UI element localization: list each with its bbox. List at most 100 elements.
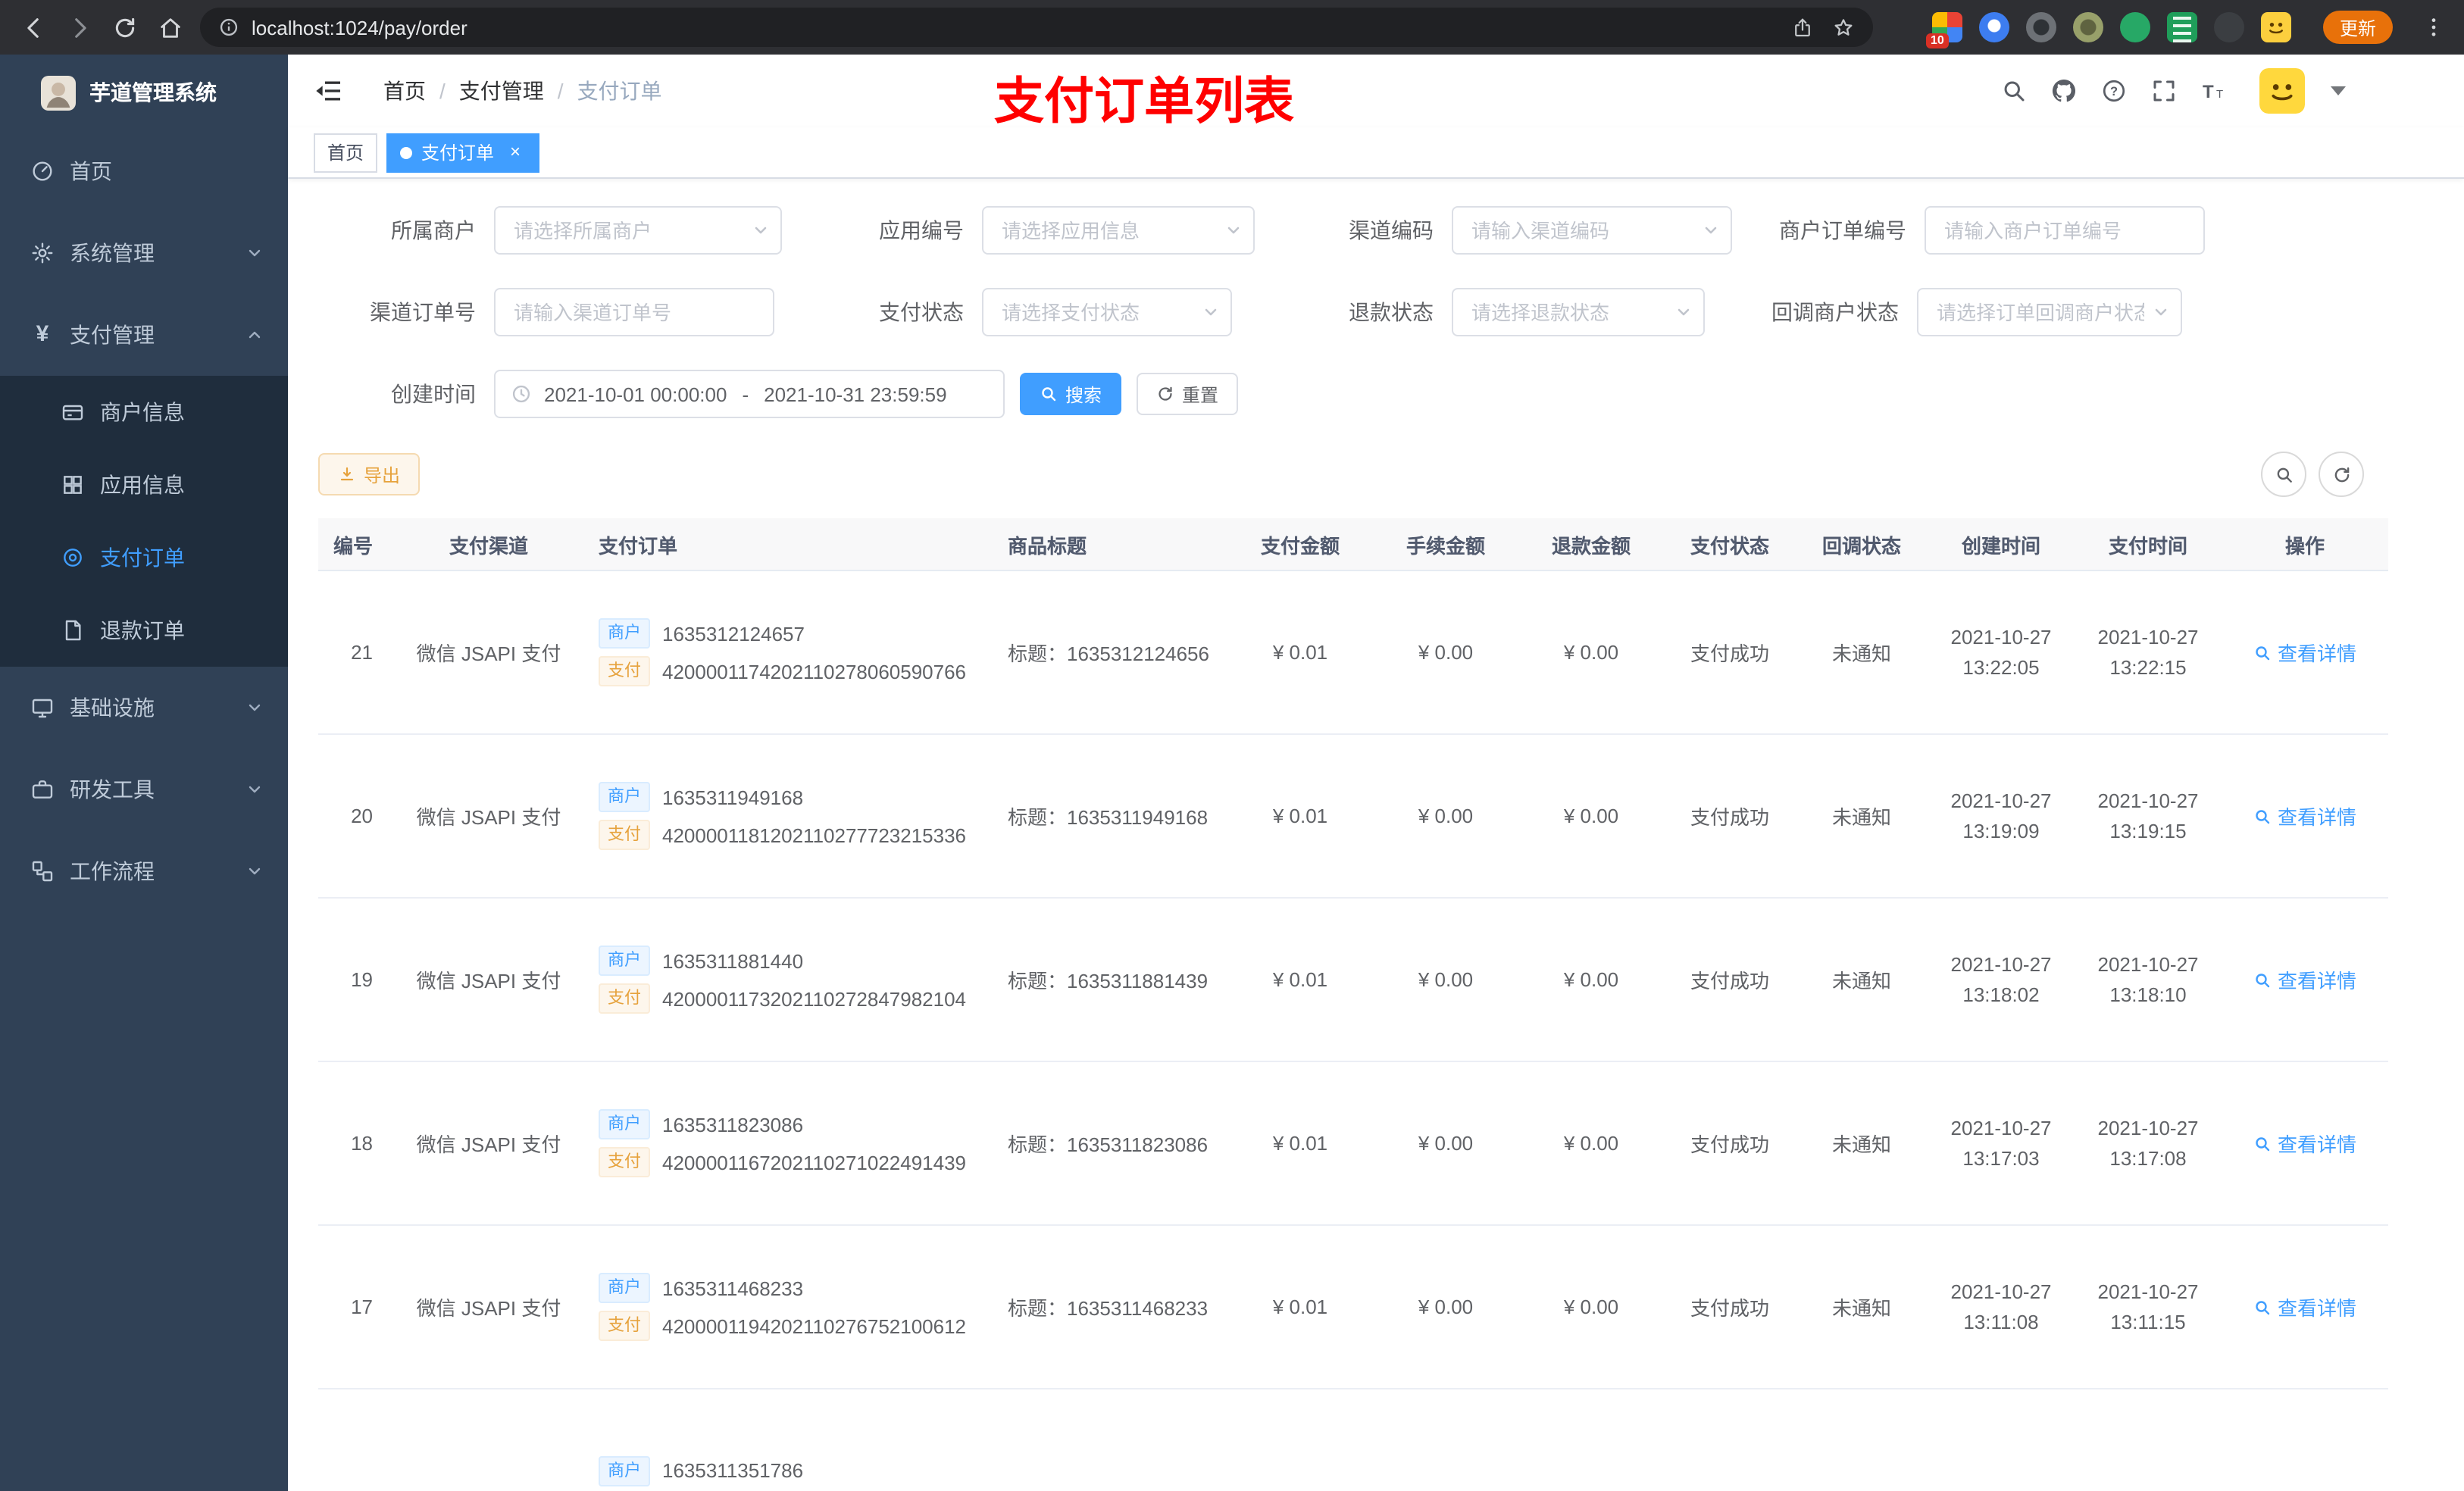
sidebar-item-infrastructure[interactable]: 基础设施	[0, 667, 288, 749]
merchant-order-no: 1635311468233	[662, 1277, 804, 1299]
chevron-down-icon	[245, 862, 264, 880]
date-range-input[interactable]: 2021-10-01 00:00:00 - 2021-10-31 23:59:5…	[494, 370, 1005, 418]
filter-channel-code: 渠道编码	[1255, 206, 1732, 255]
view-detail-link[interactable]: 查看详情	[2253, 1293, 2356, 1321]
tab-home[interactable]: 首页	[314, 133, 378, 172]
channel-order-no-input[interactable]	[494, 288, 774, 336]
sidebar-item-workflow[interactable]: 工作流程	[0, 830, 288, 912]
breadcrumb-section[interactable]: 支付管理	[459, 76, 544, 106]
toggle-search-button[interactable]	[2261, 452, 2306, 497]
browser-menu-icon[interactable]	[2422, 15, 2446, 39]
site-info-icon[interactable]	[218, 17, 239, 38]
sidebar-item-refund-order[interactable]: 退款订单	[0, 594, 288, 667]
pay-date: 2021-10-27	[2097, 1280, 2199, 1302]
export-button[interactable]: 导出	[318, 453, 421, 495]
breadcrumb-home[interactable]: 首页	[383, 76, 426, 106]
cell-notify-status: 未通知	[1796, 1225, 1928, 1389]
sidebar-item-label: 应用信息	[100, 473, 185, 497]
share-icon[interactable]	[1791, 16, 1814, 39]
refresh-button[interactable]	[2319, 452, 2364, 497]
reload-icon[interactable]	[103, 6, 145, 48]
sidebar-item-payment[interactable]: ¥ 支付管理	[0, 294, 288, 376]
tab-pay-order[interactable]: 支付订单 ×	[386, 133, 540, 172]
browser-extension-icon-7[interactable]	[2213, 12, 2244, 42]
export-button-label: 导出	[364, 464, 401, 486]
table-header-row: 编号 支付渠道 支付订单 商品标题 支付金额 手续金额 退款金额 支付状态 回调…	[318, 518, 2388, 571]
active-dot	[400, 146, 413, 158]
sidebar-item-home[interactable]: 首页	[0, 130, 288, 212]
user-avatar[interactable]	[2259, 68, 2305, 114]
cell-actions: 查看详情	[2222, 1225, 2388, 1389]
sidebar-item-app-info[interactable]: 应用信息	[0, 449, 288, 521]
browser-extension-icon-3[interactable]	[2025, 12, 2056, 42]
browser-extension-icon-4[interactable]	[2072, 12, 2103, 42]
callback-status-select[interactable]	[1917, 288, 2182, 336]
fullscreen-icon[interactable]	[2150, 77, 2178, 105]
col-header-pay-time: 支付时间	[2075, 518, 2222, 571]
close-icon[interactable]: ×	[505, 141, 526, 163]
col-header-notify: 回调状态	[1796, 518, 1928, 571]
font-size-icon[interactable]: TT	[2200, 77, 2228, 105]
sidebar-item-label: 支付管理	[70, 323, 155, 347]
browser-extension-icon-5[interactable]	[2119, 12, 2150, 42]
view-detail-link[interactable]: 查看详情	[2253, 1129, 2356, 1158]
filter-app-no: 应用编号	[782, 206, 1255, 255]
sidebar-item-merchant-info[interactable]: 商户信息	[0, 376, 288, 449]
bookmark-star-icon[interactable]	[1832, 16, 1855, 39]
search-icon[interactable]	[2000, 77, 2028, 105]
pay-badge: 支付	[599, 820, 650, 850]
view-detail-link[interactable]: 查看详情	[2253, 638, 2356, 667]
app-title: 芋道管理系统	[89, 80, 217, 105]
app-no-select[interactable]	[982, 206, 1255, 255]
channel-order-line: 支付 4200001174202110278060590766	[599, 656, 977, 686]
help-icon[interactable]: ?	[2100, 77, 2128, 105]
sidebar-menu: 首页 系统管理 ¥ 支付管理 商户信息 应用信息 支付订单 退款订单 基础设施 …	[0, 130, 288, 912]
logo-row[interactable]: 芋道管理系统	[0, 55, 288, 130]
cell-pay-amount: ¥ 0.01	[1227, 898, 1373, 1062]
cell-pay-amount: ¥ 0.01	[1227, 1225, 1373, 1389]
user-menu-caret-icon[interactable]	[2331, 86, 2346, 95]
browser-extension-icon-1[interactable]: 10	[1925, 12, 1962, 48]
reset-button[interactable]: 重置	[1137, 373, 1239, 415]
github-icon[interactable]	[2050, 77, 2078, 105]
cell-product-title: 标题：1635311949168	[993, 734, 1227, 899]
screen: localhost:1024/pay/order 10 更新 芋道管理系统 首页…	[0, 0, 2464, 1491]
col-header-actions: 操作	[2222, 518, 2388, 571]
merchant-order-no-input[interactable]	[1925, 206, 2205, 255]
channel-code-select[interactable]	[1452, 206, 1732, 255]
bank-card-icon	[61, 400, 85, 424]
cell-create-time: 2021-10-27 13:11:08	[1928, 1225, 2075, 1389]
url-text[interactable]: localhost:1024/pay/order	[252, 16, 467, 39]
pay-status-select[interactable]	[982, 288, 1232, 336]
sidebar-item-pay-order[interactable]: 支付订单	[0, 521, 288, 594]
extensions-area: 10 更新	[1925, 11, 2452, 48]
pay-date: 2021-10-27	[2097, 1116, 2199, 1139]
refund-status-select[interactable]	[1452, 288, 1705, 336]
view-detail-link[interactable]: 查看详情	[2253, 965, 2356, 994]
cell-pay-status: 支付成功	[1664, 734, 1796, 899]
table-row: 18 微信 JSAPI 支付 商户 1635311823086 支付 42000…	[318, 1061, 2388, 1226]
pay-badge: 支付	[599, 1311, 650, 1341]
search-button[interactable]: 搜索	[1020, 373, 1122, 415]
merchant-select[interactable]	[494, 206, 782, 255]
sidebar-item-system[interactable]: 系统管理	[0, 212, 288, 294]
view-detail-link[interactable]: 查看详情	[2253, 802, 2356, 830]
sidebar-toggle-icon[interactable]	[314, 76, 344, 106]
browser-extension-icon-2[interactable]	[1978, 12, 2009, 42]
browser-extension-icon-6[interactable]	[2166, 12, 2197, 42]
sidebar-item-dev-tools[interactable]: 研发工具	[0, 749, 288, 830]
browser-profile-avatar[interactable]	[2260, 12, 2291, 42]
forward-icon[interactable]	[58, 6, 100, 48]
cell-pay-channel: 微信 JSAPI 支付	[394, 898, 583, 1062]
url-bar[interactable]: localhost:1024/pay/order	[200, 8, 1873, 47]
home-icon[interactable]	[149, 6, 191, 48]
sidebar-item-label: 系统管理	[70, 241, 155, 265]
browser-update-button[interactable]: 更新	[2322, 11, 2393, 44]
cell-fee-amount: ¥ 0.00	[1373, 1061, 1518, 1226]
create-date: 2021-10-27	[1950, 952, 2052, 975]
filter-create-time: 创建时间 2021-10-01 00:00:00 - 2021-10-31 23…	[318, 370, 1005, 418]
back-icon[interactable]	[12, 6, 55, 48]
svg-text:?: ?	[2110, 85, 2118, 98]
gear-icon	[30, 241, 55, 265]
cell-notify-status	[1796, 1389, 1928, 1491]
